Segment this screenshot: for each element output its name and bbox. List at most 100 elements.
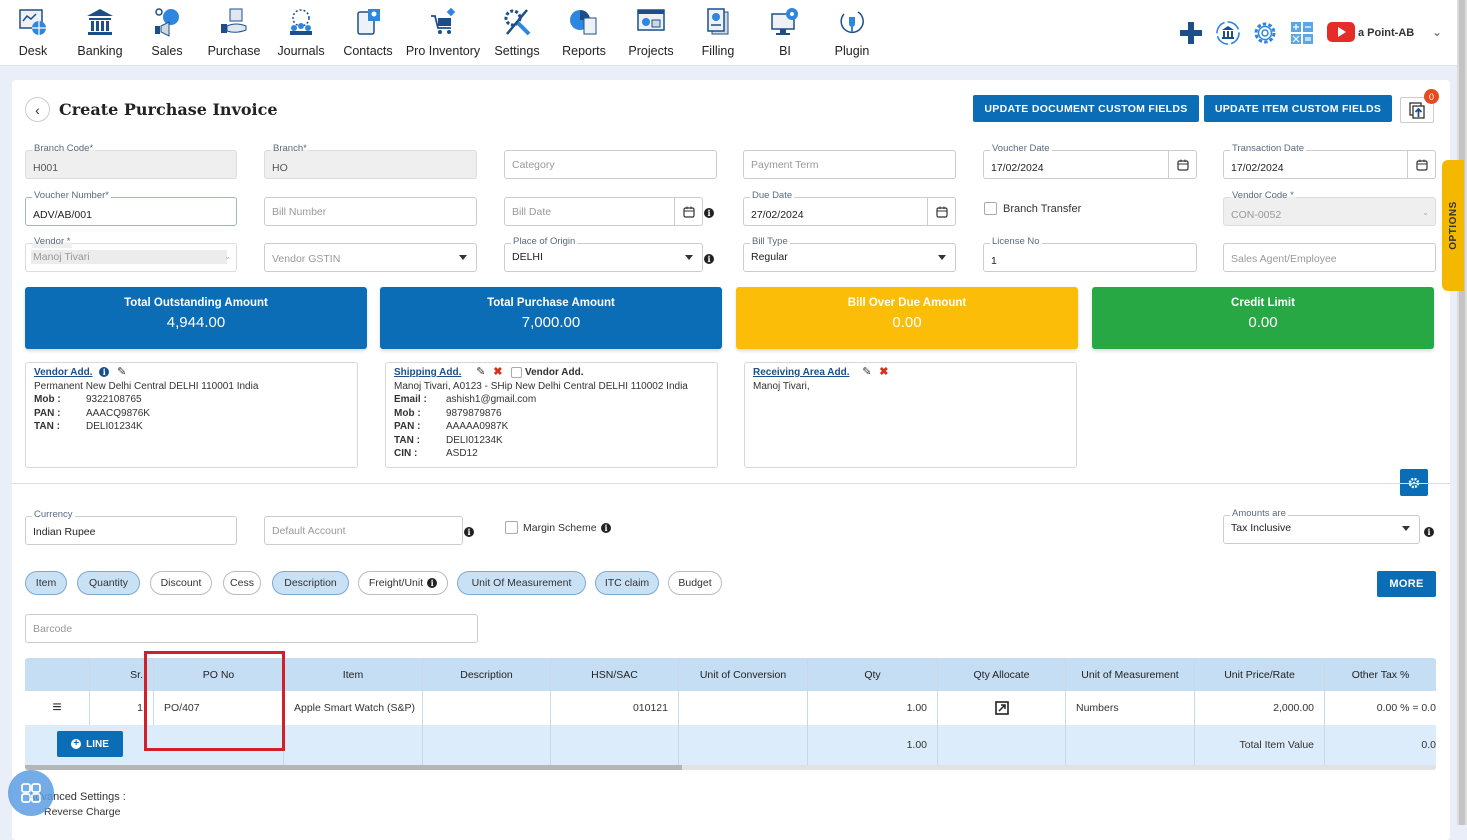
branch-code-field[interactable]: Branch Code* H001 (25, 143, 237, 179)
remove-icon[interactable]: ✖ (493, 366, 502, 380)
column-toggle-description[interactable]: Description (272, 571, 349, 595)
branch-field[interactable]: Branch* HO (264, 143, 477, 179)
chevron-down-icon[interactable]: ⌄ (1432, 25, 1442, 39)
bill-number-field[interactable]: Bill Number (264, 197, 477, 226)
payment-term-field[interactable]: Payment Term (743, 150, 956, 179)
default-account-field[interactable]: Default Account (264, 516, 463, 545)
voucher-number-field[interactable]: Voucher Number* ADV/AB/001 (25, 190, 237, 226)
bank-sync-icon[interactable] (1214, 19, 1242, 47)
edit-icon[interactable]: ✎ (117, 366, 126, 380)
place-of-origin-select[interactable]: Place of Origin DELHI (504, 236, 703, 272)
nav-settings[interactable]: Settings (484, 4, 550, 58)
edit-icon[interactable]: ✎ (862, 366, 871, 380)
nav-plugin[interactable]: Plugin (819, 4, 885, 58)
shipping-address-link[interactable]: Shipping Add. (394, 367, 461, 378)
nav-bi[interactable]: BI (752, 4, 818, 58)
qty-cell[interactable]: 1.00 (808, 691, 938, 725)
margin-scheme-checkbox[interactable] (505, 521, 518, 534)
margin-scheme-label: Margin Scheme (523, 522, 597, 534)
gear-icon[interactable] (1251, 19, 1279, 47)
info-icon[interactable]: i (99, 367, 110, 378)
calendar-icon[interactable] (927, 198, 955, 225)
receiving-address-link[interactable]: Receiving Area Add. (753, 367, 850, 378)
due-date-field[interactable]: Due Date 27/02/2024 (743, 190, 956, 226)
amounts-are-select[interactable]: Amounts are Tax Inclusive (1223, 508, 1420, 544)
nav-sales[interactable]: Sales (134, 4, 200, 58)
drag-handle-icon[interactable]: ≡ (25, 691, 90, 725)
nav-pro-inventory[interactable]: Pro Inventory (405, 4, 481, 58)
external-edit-icon[interactable] (994, 701, 1009, 715)
nav-contacts[interactable]: Contacts (335, 4, 401, 58)
category-field[interactable]: Category (504, 150, 717, 179)
add-line-button[interactable]: + LINE (57, 731, 123, 757)
back-button[interactable]: ‹ (25, 97, 50, 122)
transaction-date-field[interactable]: Transaction Date 17/02/2024 (1223, 143, 1436, 179)
header-unit-of-measurement: Unit of Measurement (1066, 658, 1195, 691)
upload-notification-button[interactable]: 0 (1400, 89, 1439, 123)
column-toggle-itc-claim[interactable]: ITC claim (595, 571, 659, 595)
bill-type-select[interactable]: Bill Type Regular (743, 236, 956, 272)
calculator-icon[interactable] (1289, 20, 1317, 48)
column-toggle-unit-of-measurement[interactable]: Unit Of Measurement (457, 571, 586, 595)
youtube-icon[interactable] (1327, 22, 1355, 42)
column-toggle-budget[interactable]: Budget (668, 571, 722, 595)
calendar-icon[interactable] (1407, 151, 1435, 178)
license-no-field[interactable]: License No 1 (983, 236, 1197, 272)
vendor-code-field[interactable]: Vendor Code * CON-0052 ⌄ (1223, 190, 1436, 226)
table-horizontal-scrollbar[interactable] (25, 765, 1436, 770)
item-cell[interactable]: Apple Smart Watch (S&P) (284, 691, 423, 725)
nav-desk[interactable]: Desk (0, 4, 66, 58)
currency-field[interactable]: Currency Indian Rupee (25, 509, 237, 545)
nav-reports[interactable]: Reports (551, 4, 617, 58)
purchase-icon (221, 8, 247, 33)
column-toggle-cess[interactable]: Cess (223, 571, 261, 595)
edit-icon[interactable]: ✎ (476, 366, 485, 380)
bill-date-field[interactable]: Bill Date (504, 197, 703, 226)
sales-agent-field[interactable]: Sales Agent/Employee (1223, 243, 1436, 272)
nav-banking[interactable]: Banking (67, 4, 133, 58)
unit-price-cell[interactable]: 2,000.00 (1195, 691, 1325, 725)
hsn-cell[interactable]: 010121 (551, 691, 679, 725)
column-toggle-freight-unit[interactable]: Freight/Unit i (358, 571, 448, 595)
unit-conversion-cell[interactable] (679, 691, 808, 725)
amounts-info-icon[interactable]: i (1424, 527, 1434, 537)
vendor-gstin-select[interactable]: Vendor GSTIN (264, 243, 477, 272)
margin-scheme-info-icon[interactable]: i (601, 523, 611, 533)
scrollbar-thumb[interactable] (25, 765, 682, 770)
branch-transfer-checkbox[interactable] (984, 202, 997, 215)
description-cell[interactable] (423, 691, 551, 725)
page-scrollbar[interactable] (1457, 0, 1467, 825)
po-no-highlight (144, 651, 285, 751)
calendar-icon[interactable] (674, 198, 702, 225)
vendor-address-link[interactable]: Vendor Add. (34, 367, 93, 378)
uom-cell[interactable]: Numbers (1066, 691, 1195, 725)
calendar-icon[interactable] (1168, 151, 1196, 178)
remove-icon[interactable]: ✖ (879, 366, 888, 380)
column-toggle-quantity[interactable]: Quantity (77, 571, 140, 595)
nav-journals[interactable]: Journals (268, 4, 334, 58)
apps-fab-button[interactable] (8, 770, 54, 816)
nav-purchase[interactable]: Purchase (201, 4, 267, 58)
place-of-origin-info-icon[interactable]: i (704, 254, 714, 264)
options-tab[interactable]: OPTIONS (1442, 160, 1464, 291)
company-name[interactable]: a Point-AB (1358, 27, 1414, 39)
copy-vendor-address-checkbox[interactable] (511, 366, 523, 378)
desk-icon (19, 9, 46, 35)
nav-filling[interactable]: Filling (685, 4, 751, 58)
nav-projects[interactable]: Projects (618, 4, 684, 58)
update-item-custom-fields-button[interactable]: UPDATE ITEM CUSTOM FIELDS (1204, 95, 1392, 122)
bill-date-info-icon[interactable]: i (704, 208, 714, 218)
column-toggle-discount[interactable]: Discount (150, 571, 212, 595)
column-toggle-item[interactable]: Item (25, 571, 67, 595)
qty-allocate-cell[interactable] (938, 691, 1066, 725)
scrollbar-thumb[interactable] (1459, 0, 1465, 825)
more-button[interactable]: MORE (1377, 571, 1436, 597)
update-document-custom-fields-button[interactable]: UPDATE DOCUMENT CUSTOM FIELDS (973, 95, 1199, 122)
barcode-field[interactable]: Barcode (25, 614, 478, 643)
voucher-date-field[interactable]: Voucher Date 17/02/2024 (983, 143, 1197, 179)
default-account-info-icon[interactable]: i (464, 527, 474, 537)
caret-down-icon (459, 255, 467, 260)
vendor-field[interactable]: Vendor * Manoj Tivari ⌄ (25, 236, 237, 272)
other-tax-cell[interactable]: 0.00 % = 0.0 (1325, 691, 1436, 725)
add-icon[interactable] (1177, 19, 1205, 47)
